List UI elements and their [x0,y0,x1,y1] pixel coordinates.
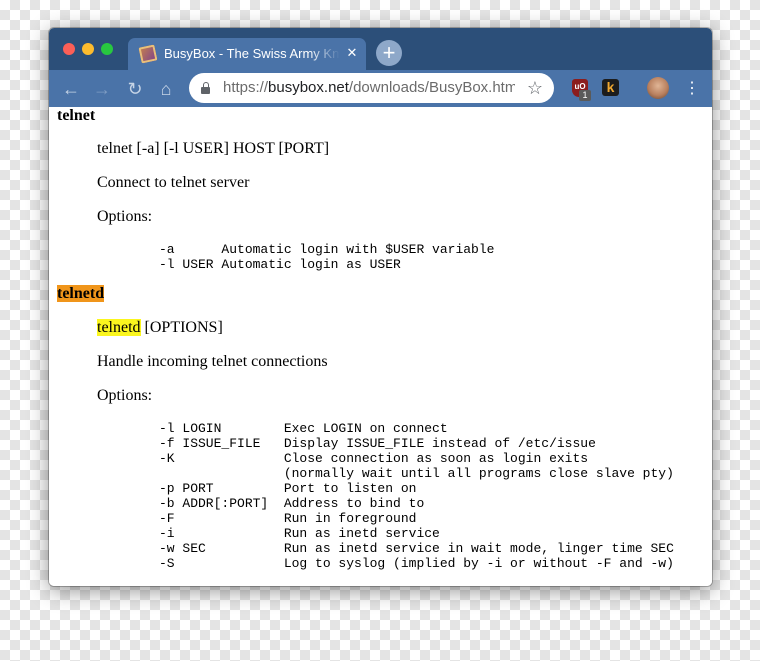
maximize-window-button[interactable] [101,43,113,55]
new-tab-button[interactable]: + [376,40,402,66]
ublock-badge: 1 [579,90,591,101]
telnetd-usage: telnetd [OPTIONS] [97,319,223,337]
lock-icon[interactable] [201,82,210,94]
bookmark-star-icon[interactable]: ☆ [525,77,545,99]
telnetd-usage-highlight: telnetd [97,319,141,336]
busybox-favicon-icon [138,44,158,64]
browser-window: BusyBox - The Swiss Army Knife of Embedd… [49,28,712,586]
url-text[interactable]: https://busybox.net/downloads/BusyBox.ht… [223,79,515,97]
tab-title: BusyBox - The Swiss Army Knife of Embedd… [164,46,340,61]
telnetd-options-label: Options: [97,387,153,404]
telnetd-description: Handle incoming telnet connections [97,353,328,370]
home-icon[interactable]: ⌂ [155,78,177,100]
telnet-usage: telnet [-a] [-l USER] HOST [PORT] [97,140,330,157]
tab-busybox[interactable]: BusyBox - The Swiss Army Knife of Embedd… [128,38,366,70]
telnet-heading: telnet [57,107,96,124]
profile-avatar[interactable] [647,77,669,99]
url-path: /downloads/BusyBox.html [348,79,515,96]
page-content: telnet telnet [-a] [-l USER] HOST [PORT]… [49,107,712,586]
telnetd-options: -l LOGIN Exec LOGIN on connect -f ISSUE_… [159,421,674,571]
telnetd-heading: telnetd [57,285,105,303]
k-extension-icon[interactable]: k [602,79,619,96]
telnet-options-label: Options: [97,208,153,225]
address-bar[interactable]: https://busybox.net/downloads/BusyBox.ht… [189,73,554,103]
back-arrow-icon[interactable]: ← [60,78,82,100]
tab-strip: BusyBox - The Swiss Army Knife of Embedd… [49,28,712,70]
tab-close-icon[interactable]: ✕ [343,44,361,62]
url-domain: busybox.net [268,79,349,96]
url-scheme: https:// [223,79,269,96]
forward-arrow-icon[interactable]: → [91,78,113,100]
telnetd-heading-highlight: telnetd [57,285,105,302]
minimize-window-button[interactable] [82,43,94,55]
telnet-options: -a Automatic login with $USER variable -… [159,242,495,272]
telnetd-usage-args: [OPTIONS] [140,319,223,336]
telnet-description: Connect to telnet server [97,174,250,191]
close-window-button[interactable] [63,43,75,55]
reload-icon[interactable]: ↻ [124,78,146,100]
menu-dots-icon[interactable]: ⋮ [684,78,700,100]
browser-toolbar: ← → ↻ ⌂ https://busybox.net/downloads/Bu… [49,70,712,107]
